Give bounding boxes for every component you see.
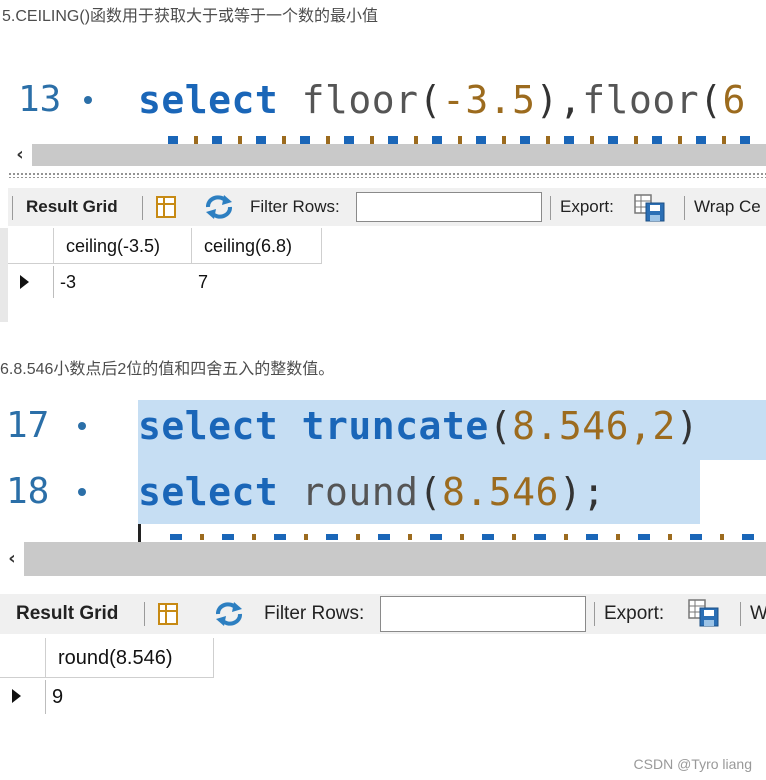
scroll-left-arrow[interactable]: ‹	[0, 542, 24, 576]
toolbar-separator	[12, 196, 13, 220]
grid-left-border	[0, 228, 8, 322]
row-header[interactable]	[8, 266, 54, 298]
toolbar-separator	[550, 196, 551, 220]
export-label: Export:	[560, 197, 614, 216]
statement-marker-icon	[78, 422, 86, 430]
toolbar-separator	[144, 602, 145, 626]
text-cursor	[138, 524, 141, 542]
refresh-icon[interactable]	[214, 601, 244, 627]
toolbar-separator	[740, 602, 741, 626]
column-header[interactable]: round(8.546)	[46, 638, 214, 678]
table-cell[interactable]: 7	[198, 266, 208, 298]
result-grid-2: round(8.546) 9	[0, 638, 220, 718]
result-toolbar-2: Result Grid Filter Rows: Export: W	[0, 594, 766, 634]
statement-marker-icon	[84, 96, 92, 104]
section6-heading: 6.8.546小数点后2位的值和四舍五入的整数值。	[0, 361, 335, 378]
result-grid-icon[interactable]	[158, 603, 178, 625]
result-grid-button[interactable]: Result Grid	[16, 604, 118, 624]
toolbar-separator	[594, 602, 595, 626]
export-icon[interactable]	[688, 599, 722, 627]
export-icon[interactable]	[634, 194, 668, 222]
clipped-code-line	[168, 136, 766, 144]
toolbar-separator	[142, 196, 143, 220]
filter-rows-label: Filter Rows:	[250, 197, 340, 216]
table-cell[interactable]: 9	[52, 680, 63, 712]
horizontal-scrollbar[interactable]: ‹	[0, 542, 766, 576]
pane-splitter[interactable]	[8, 172, 766, 178]
statement-marker-icon	[78, 488, 86, 496]
line-number: 18	[6, 471, 50, 512]
filter-rows-input[interactable]	[356, 192, 542, 222]
sql-editor-1[interactable]: 13 select floor(-3.5),floor(6	[8, 68, 766, 144]
clipped-code-line	[170, 534, 760, 540]
filter-rows-label: Filter Rows:	[264, 603, 365, 624]
filter-rows-input[interactable]	[380, 596, 586, 632]
watermark-credit: CSDN @Tyro liang	[633, 756, 752, 772]
row-pointer-icon	[12, 689, 21, 703]
result-toolbar-1: Result Grid Filter Rows: Export: Wrap Ce	[8, 188, 766, 226]
refresh-icon[interactable]	[204, 194, 234, 220]
grid-corner	[8, 228, 54, 264]
result-grid-1: ceiling(-3.5) ceiling(6.8) -3 7	[8, 228, 328, 322]
result-grid-button[interactable]: Result Grid	[26, 197, 118, 217]
section5-heading: 5.CEILING()函数用于获取大于或等于一个数的最小值	[2, 8, 379, 25]
column-header[interactable]: ceiling(6.8)	[192, 228, 322, 264]
line-number: 17	[6, 405, 50, 446]
line-number: 13	[18, 79, 62, 120]
wrap-cell-label[interactable]: Wrap Ce	[694, 197, 761, 217]
wrap-cell-label[interactable]: W	[750, 604, 766, 624]
code-line-13: select floor(-3.5),floor(6	[138, 78, 746, 122]
grid-corner	[0, 638, 46, 678]
result-grid-icon[interactable]	[156, 196, 176, 218]
horizontal-scrollbar[interactable]: ‹	[8, 144, 766, 166]
sql-editor-2[interactable]: 17 select truncate(8.546,2) 18 select ro…	[0, 394, 766, 542]
row-pointer-icon	[20, 275, 29, 289]
code-line-17: select truncate(8.546,2)	[138, 404, 700, 448]
column-header[interactable]: ceiling(-3.5)	[54, 228, 192, 264]
scroll-left-arrow[interactable]: ‹	[8, 144, 32, 166]
table-cell[interactable]: -3	[60, 266, 76, 298]
row-header[interactable]	[0, 680, 46, 714]
code-line-18: select round(8.546);	[138, 470, 606, 514]
export-label: Export:	[604, 603, 665, 624]
toolbar-separator	[684, 196, 685, 220]
